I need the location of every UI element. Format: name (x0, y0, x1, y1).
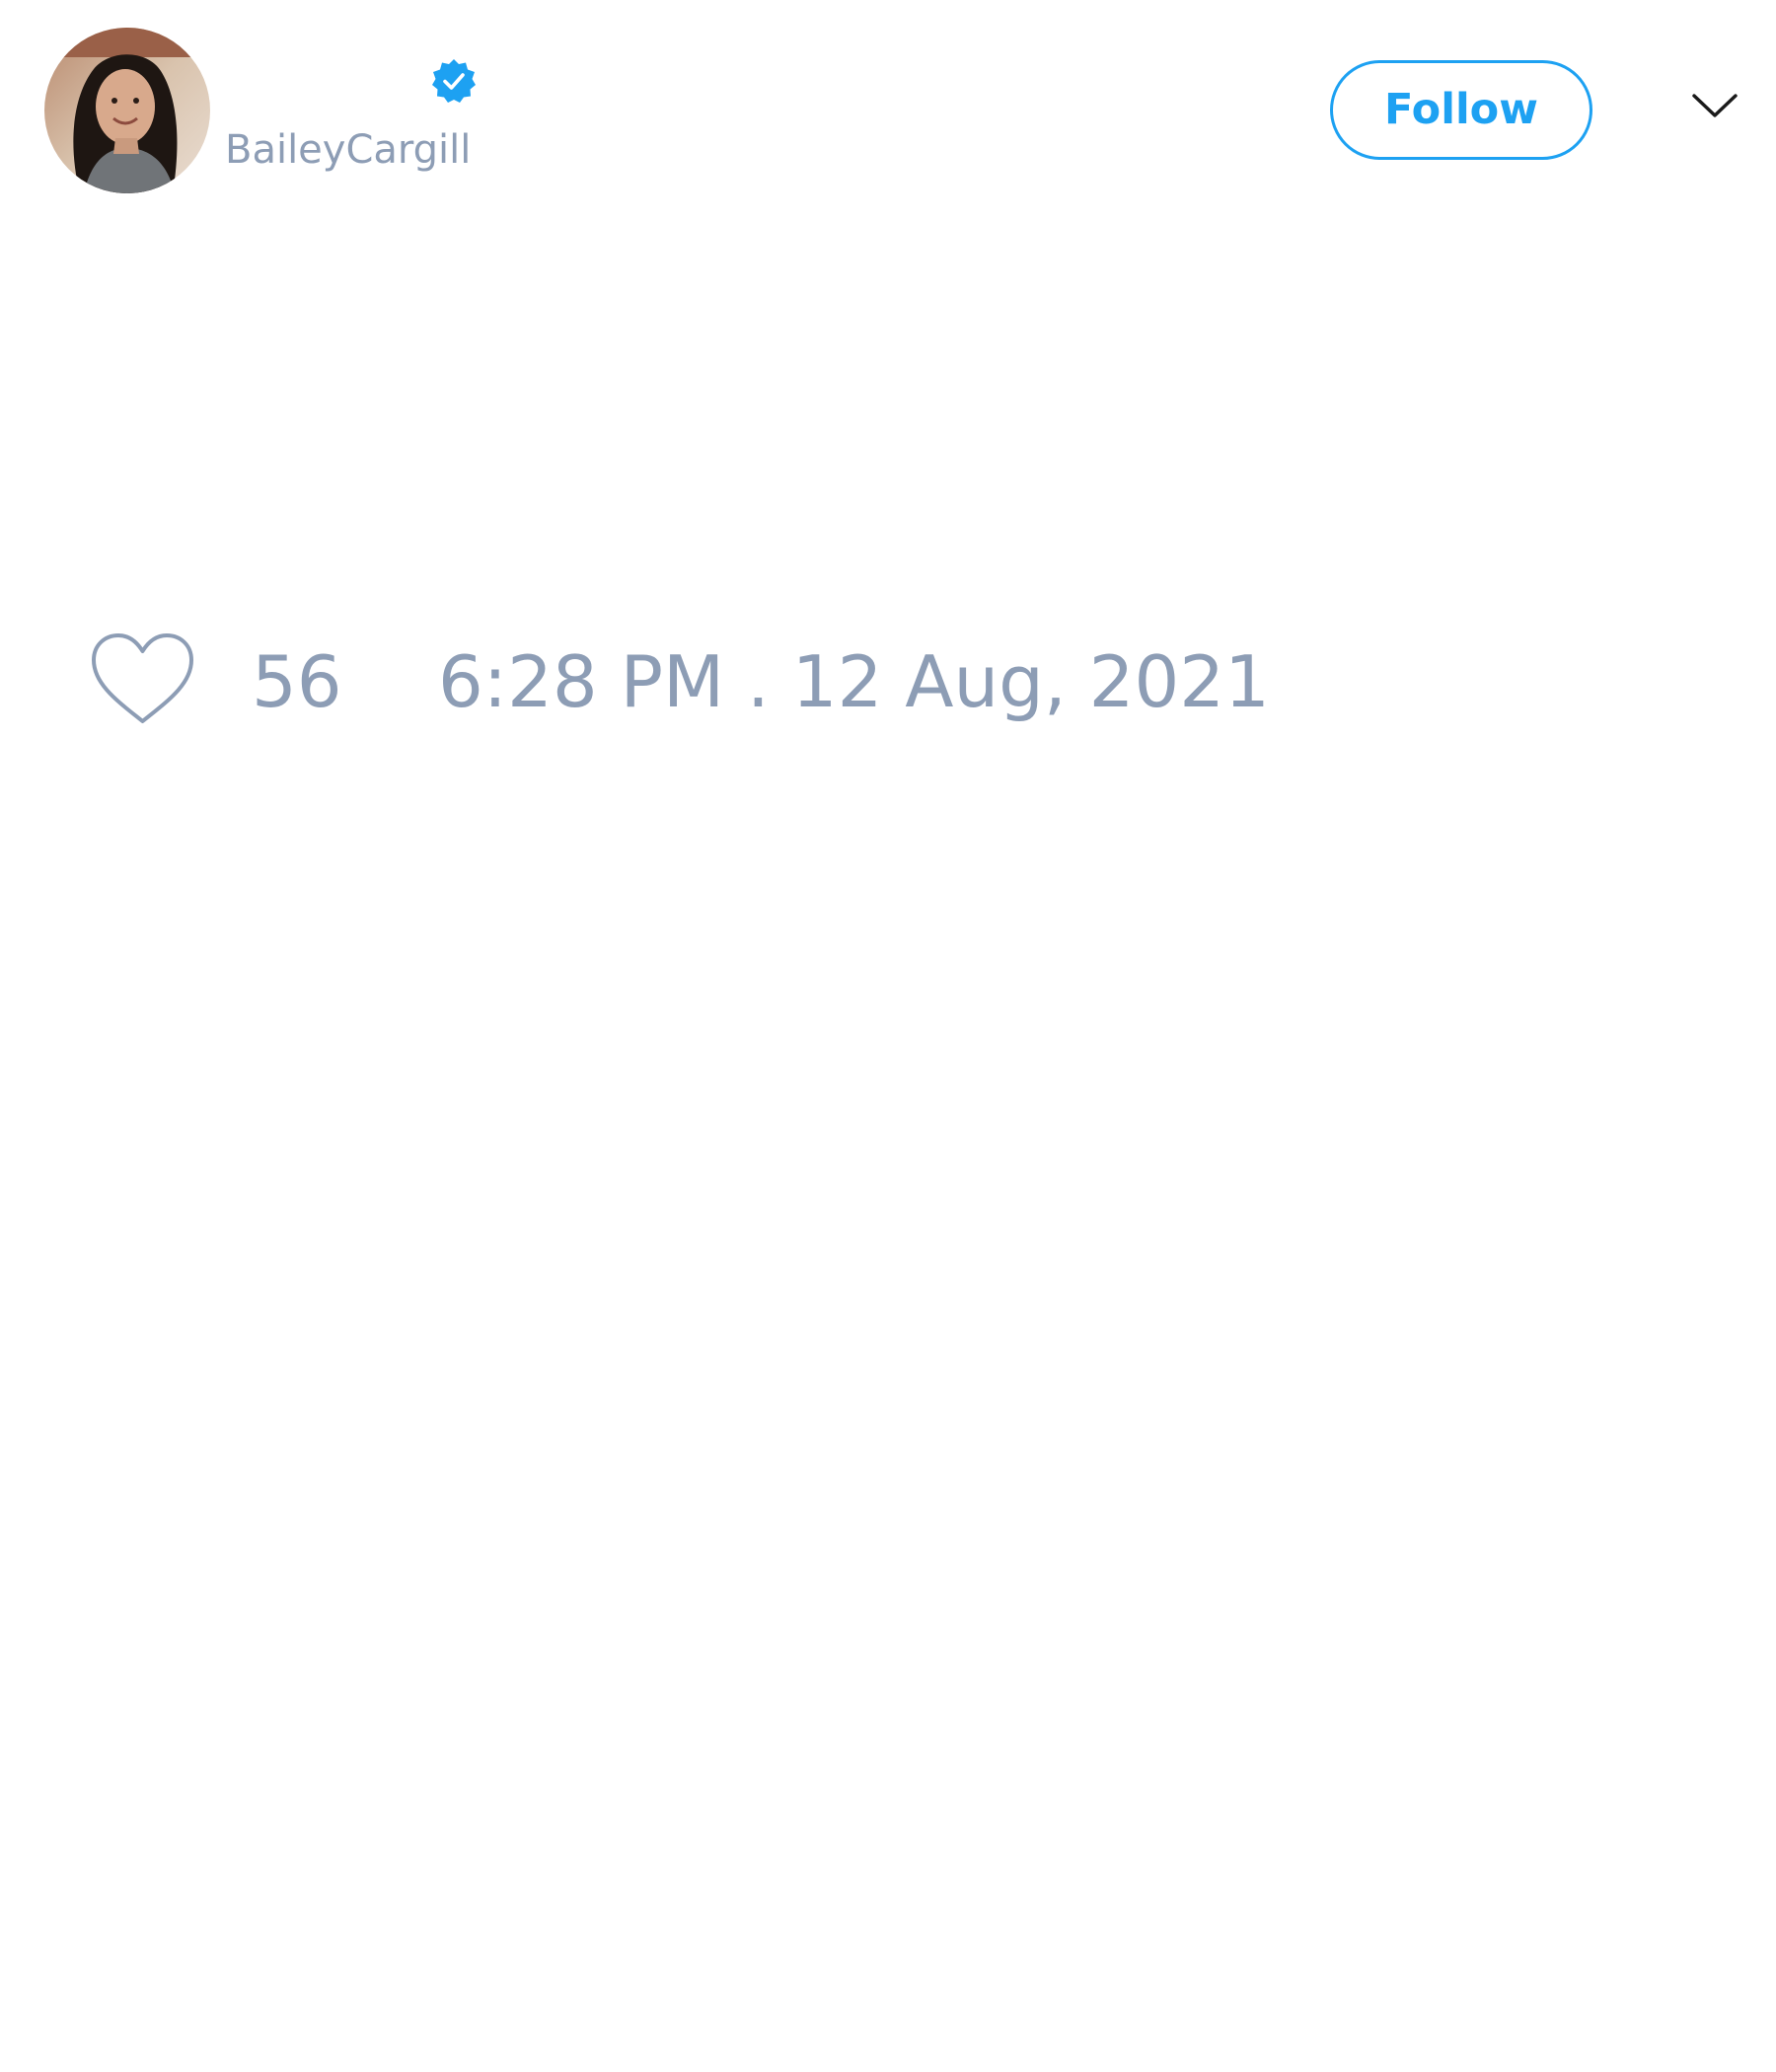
chevron-down-icon[interactable] (1691, 92, 1739, 121)
tweet-header: BaileyCargill Follow (0, 0, 1776, 217)
tweet-footer: 56 6:28 PM . 12 Aug, 2021 (0, 612, 1776, 750)
heart-outline-icon[interactable] (90, 631, 195, 726)
tweet-timestamp[interactable]: 6:28 PM . 12 Aug, 2021 (438, 641, 1270, 722)
avatar[interactable] (44, 28, 210, 193)
avatar-photo (44, 28, 210, 193)
verified-badge-icon (432, 59, 476, 103)
like-count: 56 (252, 640, 342, 723)
user-handle[interactable]: BaileyCargill (225, 126, 471, 174)
follow-button[interactable]: Follow (1330, 60, 1592, 160)
